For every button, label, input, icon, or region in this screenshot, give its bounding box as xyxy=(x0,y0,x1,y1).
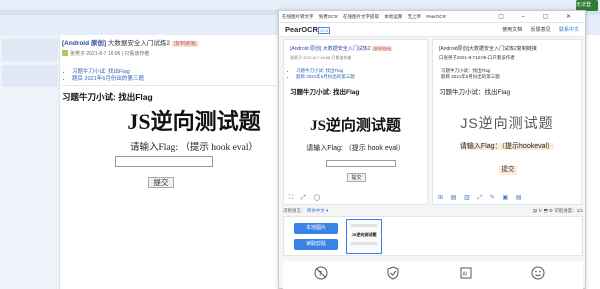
image-queue: 本地图片 读取剪贴 JS逆向测试题 xyxy=(283,216,583,256)
src-big-title: JS逆向测试题 xyxy=(310,118,401,134)
res-links: 习题牛刀小试：找出Flag 题目 2021年6月份出的第三题 xyxy=(441,68,581,79)
ocr-window: 在线图片转文字 免费OCR 在线图片文字提取 本地运算 无上传 PearOCR … xyxy=(278,10,586,289)
result-tools[interactable]: ⊞ ▤ ▥ ⤢ ✎ ▣ ▤ xyxy=(438,194,525,202)
title-segment: 免费OCR xyxy=(318,14,338,19)
window-controls[interactable]: ▢ – ▢ ✕ xyxy=(498,11,579,23)
src-heading: 习题牛刀小试: 找出Flag xyxy=(290,89,360,96)
svg-text:AI: AI xyxy=(463,272,468,278)
thumb-line xyxy=(351,242,377,245)
res-heading: 习题牛刀小试：找出Flag xyxy=(439,89,511,96)
challenge-title: JS逆向测试题 xyxy=(127,109,261,134)
paste-button[interactable]: 读取剪贴 xyxy=(294,239,338,250)
shield-check-icon xyxy=(387,266,399,280)
res-prompt: 请输入Flag：（提示hookeval） xyxy=(433,141,581,151)
progress-area: ▤ ↻ ⬒ ⚙ 识别进度：1/1 xyxy=(532,208,583,213)
thumb-title: JS逆向测试题 xyxy=(351,232,377,237)
menu-feedback[interactable]: 反馈意见 xyxy=(531,27,551,33)
menu-docs[interactable]: 使用文档 xyxy=(502,27,522,33)
submit-button[interactable]: 提交 xyxy=(148,177,174,188)
res-title: [Android原创]大数据安全入门试炼2复制链接 xyxy=(439,46,537,52)
src-prompt: 请输入Flag: （提示 hook eval） xyxy=(306,145,405,152)
src-input xyxy=(326,160,396,167)
title-segment: 在线图片文字提取 xyxy=(343,14,380,19)
app-bar: PearOCR V1.6 使用文档 反馈意见 联系中文 xyxy=(279,23,585,37)
res-link: 题目 2021年6月份出的第三题 xyxy=(441,73,500,79)
src-title: [Android 原创] 大数据安全入门试炼2 [复制链接] xyxy=(290,45,427,52)
res-big-title: JS逆向测试题 xyxy=(460,115,554,131)
image-thumbnail[interactable]: JS逆向测试题 xyxy=(346,219,382,254)
source-image-pane[interactable]: [Android 原创] 大数据安全入门试炼2 [复制链接] 张男子 2021-… xyxy=(283,39,428,205)
title-segment: 无上传 xyxy=(407,14,422,19)
flag-input[interactable] xyxy=(115,156,213,167)
menu-contact[interactable]: 联系中文 xyxy=(559,27,579,33)
ocr-result-pane[interactable]: [Android原创]大数据安全入门试炼2复制链接 口张男子2021-8-716… xyxy=(432,39,582,205)
window-title-bar: 在线图片转文字 免费OCR 在线图片文字提取 本地运算 无上传 PearOCR … xyxy=(279,11,585,23)
left-sidebar xyxy=(0,35,60,289)
sidebar-block xyxy=(2,65,58,87)
src-link: 题目 2021年6月份出的第三题 xyxy=(296,74,427,80)
res-submit: 提交 xyxy=(499,166,517,175)
flag-prompt: 请输入Flag: （提示 hook eval） xyxy=(130,143,258,153)
no-text-icon: T xyxy=(314,266,328,280)
title-segment: PearOCR xyxy=(426,14,446,19)
src-links: 习题牛刀小试: 找出Flag 题目 2021年6月份出的第三题 xyxy=(296,68,427,79)
challenge-area: JS逆向测试题 请输入Flag: （提示 hook eval） xyxy=(62,0,282,289)
app-name: PearOCR xyxy=(285,25,318,34)
title-segment: 在线图片转文字 xyxy=(282,14,314,19)
title-segment: 本地运算 xyxy=(384,14,403,19)
thumb-line xyxy=(351,224,377,227)
src-meta: 张男子 2021-8-7 16:06 只看该作者 xyxy=(290,55,352,60)
src-title-text: 大数据安全入门试炼2 xyxy=(322,46,371,52)
ai-chip-icon: AI xyxy=(460,267,472,279)
sidebar-block xyxy=(2,39,58,61)
src-submit: 提交 xyxy=(347,173,366,182)
smile-icon xyxy=(531,266,545,280)
recognize-controls: 识别语言： 简体中文 ▾ ▤ ↻ ⬒ ⚙ 识别进度：1/1 xyxy=(283,205,583,216)
progress-text: 识别进度：1/1 xyxy=(554,208,583,213)
res-meta: 口张男子2021-8-716:06-口只看该作者 xyxy=(439,55,515,60)
res-prompt-text: 请输入Flag：（提示hookeval） xyxy=(459,143,555,150)
language-select[interactable]: 简体中文 xyxy=(307,208,325,213)
feature-row: T AI xyxy=(283,261,583,289)
version-badge: V1.6 xyxy=(318,27,331,34)
src-title-prefix: [Android 原创] xyxy=(290,46,322,52)
local-image-button[interactable]: 本地图片 xyxy=(294,223,338,234)
src-tag: [复制链接] xyxy=(371,46,393,51)
svg-text:T: T xyxy=(318,271,323,278)
image-tools[interactable]: ⛶ ⤢ ◯ xyxy=(289,194,323,202)
lang-label: 识别语言： xyxy=(283,208,306,213)
app-menu: 使用文档 反馈意见 联系中文 xyxy=(495,26,579,33)
